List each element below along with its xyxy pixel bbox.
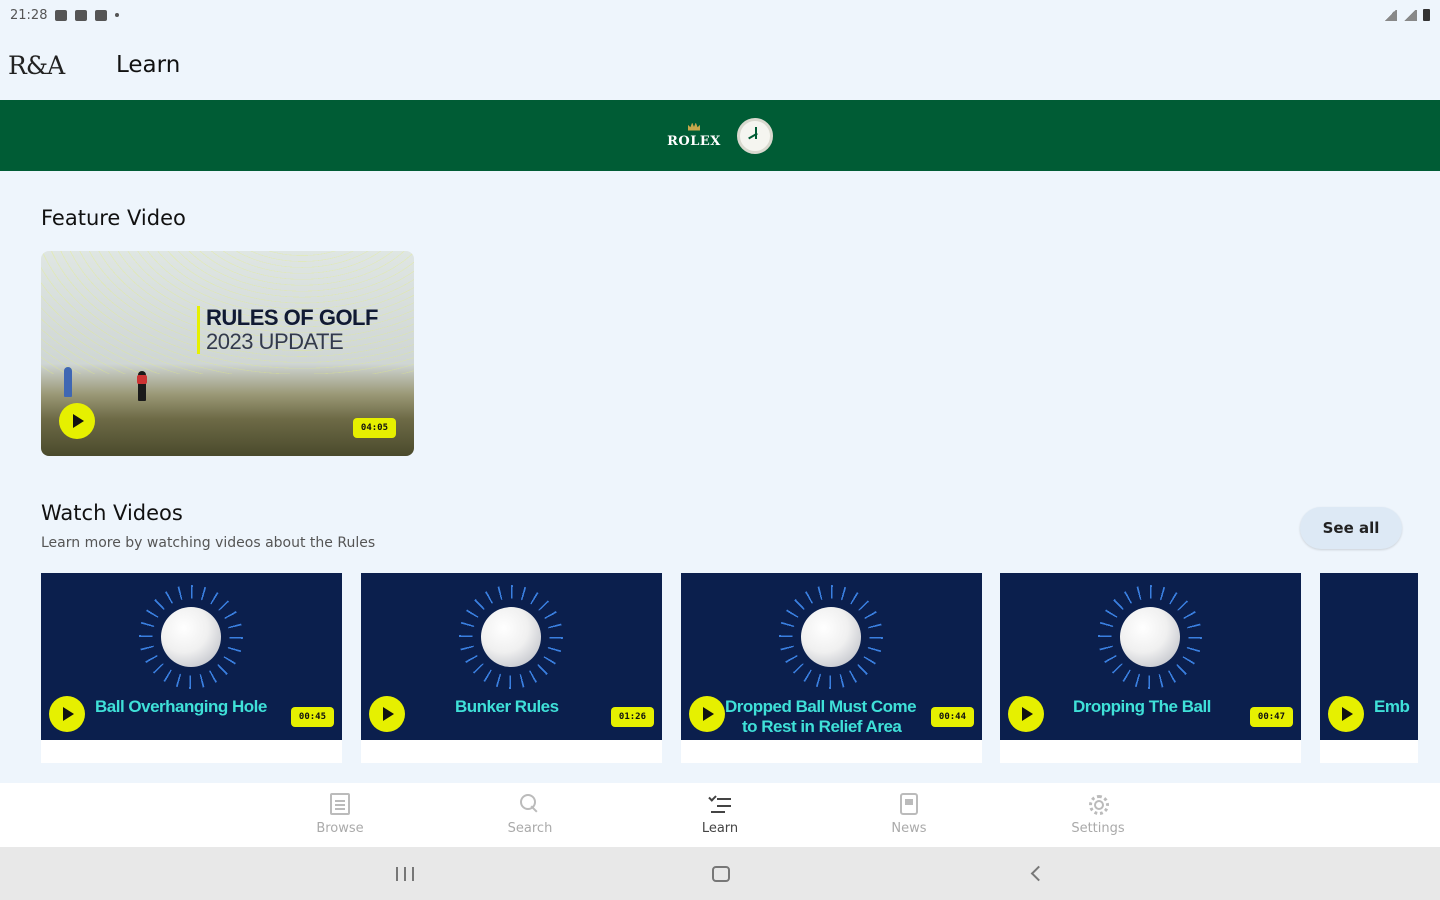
home-icon xyxy=(712,865,730,882)
watch-videos-title: Watch Videos xyxy=(41,501,183,525)
status-time: 21:28 xyxy=(10,7,48,23)
signal-icon xyxy=(1403,9,1417,21)
bottom-navigation: Browse Search Learn News Settings xyxy=(0,783,1440,847)
back-button[interactable] xyxy=(1008,847,1068,900)
nav-item-label: Search xyxy=(507,821,553,836)
feature-headline-line1: RULES OF GOLF xyxy=(206,305,378,330)
video-duration: 00:44 xyxy=(930,707,974,727)
see-all-button[interactable]: See all xyxy=(1300,507,1402,549)
video-thumbnail: Dropped Ball Must Come to Rest in Relief… xyxy=(681,573,982,740)
status-bar: 21:28 xyxy=(0,0,1440,30)
video-thumbnail: Bunker Rules 01:26 xyxy=(361,573,662,740)
rolex-logo: ROLEX xyxy=(667,122,721,149)
edit-icon xyxy=(75,9,88,21)
video-thumbnail: Emb xyxy=(1320,573,1418,740)
golfer-figure xyxy=(64,367,72,397)
video-card[interactable]: Ball Overhanging Hole 00:45 xyxy=(41,573,342,763)
settings-icon xyxy=(1087,793,1109,815)
recents-button[interactable] xyxy=(375,847,435,900)
nav-item-label: News xyxy=(891,821,927,836)
nav-item-label: Settings xyxy=(1071,821,1125,836)
more-notifications-icon xyxy=(115,13,120,17)
golfer-figure xyxy=(137,371,147,401)
home-button[interactable] xyxy=(691,847,751,900)
wifi-icon xyxy=(1383,9,1397,21)
golf-ball-icon xyxy=(161,607,221,667)
video-duration: 00:47 xyxy=(1249,707,1293,727)
nav-item-label: Learn xyxy=(701,821,739,836)
golf-ball-icon xyxy=(1120,607,1180,667)
videos-carousel[interactable]: Ball Overhanging Hole 00:45 Bunker Rules… xyxy=(41,573,1418,763)
play-icon[interactable] xyxy=(49,696,85,732)
play-icon[interactable] xyxy=(59,403,95,439)
golf-ball-icon xyxy=(801,607,861,667)
play-icon[interactable] xyxy=(689,696,725,732)
crown-icon xyxy=(687,122,700,131)
video-card[interactable]: Bunker Rules 01:26 xyxy=(361,573,662,763)
learn-icon xyxy=(709,793,731,815)
rolex-wordmark: ROLEX xyxy=(667,133,721,149)
video-card[interactable]: Dropped Ball Must Come to Rest in Relief… xyxy=(681,573,982,763)
sponsor-banner[interactable]: ROLEX xyxy=(0,100,1440,171)
feature-video-card[interactable]: RULES OF GOLF 2023 UPDATE 04:05 xyxy=(41,251,414,456)
play-icon[interactable] xyxy=(369,696,405,732)
search-icon xyxy=(519,793,541,815)
browse-icon xyxy=(330,793,350,815)
status-right xyxy=(1383,9,1430,21)
video-duration: 00:45 xyxy=(290,707,334,727)
nav-item-news[interactable]: News xyxy=(869,793,949,836)
status-left: 21:28 xyxy=(10,7,120,23)
cloud-icon xyxy=(95,9,108,21)
video-duration: 01:26 xyxy=(610,707,654,727)
nav-item-search[interactable]: Search xyxy=(490,793,570,836)
golf-ball-icon xyxy=(481,607,541,667)
nav-item-browse[interactable]: Browse xyxy=(300,793,380,836)
video-thumbnail: Ball Overhanging Hole 00:45 xyxy=(41,573,342,740)
app-bar: R&A Learn xyxy=(0,30,1440,100)
back-icon xyxy=(1030,865,1046,882)
ra-logo[interactable]: R&A xyxy=(8,51,116,80)
page-title: Learn xyxy=(116,52,181,78)
feature-video-title: Feature Video xyxy=(41,206,186,230)
nav-item-label: Browse xyxy=(316,821,364,836)
video-title: Emb xyxy=(1374,697,1410,716)
video-thumbnail: Dropping The Ball 00:47 xyxy=(1000,573,1301,740)
system-navigation-bar xyxy=(0,847,1440,900)
video-card[interactable]: Emb xyxy=(1320,573,1418,763)
feature-headline: RULES OF GOLF 2023 UPDATE xyxy=(197,306,378,354)
feature-headline-line2: 2023 UPDATE xyxy=(206,329,344,354)
play-icon[interactable] xyxy=(1328,696,1364,732)
watch-videos-subtitle: Learn more by watching videos about the … xyxy=(41,535,376,551)
news-icon xyxy=(900,793,918,815)
nav-item-learn[interactable]: Learn xyxy=(680,793,760,836)
recents-icon xyxy=(396,866,414,881)
video-duration: 04:05 xyxy=(352,418,396,438)
nav-item-settings[interactable]: Settings xyxy=(1058,793,1138,836)
play-icon[interactable] xyxy=(1008,696,1044,732)
battery-icon xyxy=(1423,9,1430,21)
video-card[interactable]: Dropping The Ball 00:47 xyxy=(1000,573,1301,763)
gallery-icon xyxy=(55,9,68,21)
clock-icon xyxy=(736,117,773,154)
